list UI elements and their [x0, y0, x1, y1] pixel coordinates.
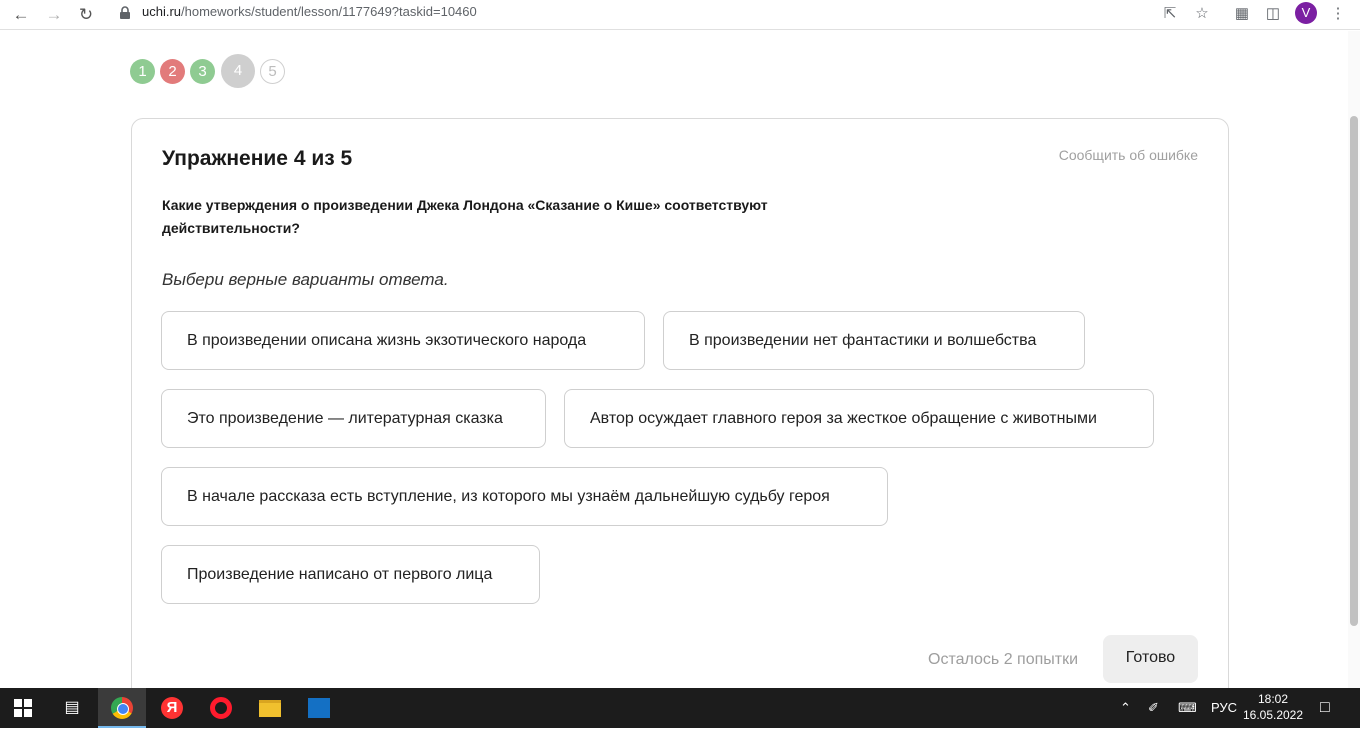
exercise-title: Упражнение 4 из 5	[162, 147, 353, 170]
pen-icon[interactable]: ✐	[1148, 688, 1159, 728]
answer-option[interactable]: Это произведение — литературная сказка	[161, 389, 546, 448]
answer-hint: Выбери верные варианты ответа.	[162, 270, 449, 289]
folder-icon	[259, 700, 281, 717]
photos-icon	[308, 698, 330, 718]
address-bar[interactable]: uchi.ru/homeworks/student/lesson/1177649…	[142, 4, 477, 19]
opera-taskbar-icon[interactable]	[197, 688, 245, 728]
attempts-remaining: Осталось 2 попытки	[928, 651, 1079, 668]
answer-option[interactable]: В начале рассказа есть вступление, из ко…	[161, 467, 888, 526]
report-error-link[interactable]: Сообщить об ошибке	[1059, 147, 1198, 163]
extensions-puzzle-icon[interactable]: ▦	[1232, 4, 1252, 24]
answer-option[interactable]: В произведении описана жизнь экзотическо…	[161, 311, 645, 370]
clock-date: 16.05.2022	[1242, 708, 1304, 722]
url-host: uchi.ru	[142, 4, 182, 19]
lock-icon	[120, 6, 130, 19]
menu-kebab-icon[interactable]: ⋮	[1328, 4, 1348, 24]
step-2[interactable]: 2	[160, 59, 185, 84]
chrome-taskbar-icon[interactable]	[98, 688, 146, 728]
system-clock[interactable]: 18:02 16.05.2022	[1240, 691, 1306, 723]
keyboard-icon[interactable]: ⌨	[1178, 688, 1197, 728]
yandex-browser-taskbar-icon[interactable]: Я	[148, 688, 196, 728]
exercise-card: Упражнение 4 из 5 Сообщить об ошибке Как…	[131, 118, 1229, 708]
yandex-icon: Я	[161, 697, 183, 719]
file-explorer-taskbar-icon[interactable]	[246, 688, 294, 728]
opera-icon	[210, 697, 232, 719]
photos-taskbar-icon[interactable]	[295, 688, 343, 728]
side-panel-icon[interactable]: ◫	[1263, 4, 1283, 24]
question-text: Какие утверждения о произведении Джека Л…	[162, 197, 768, 236]
step-4-current[interactable]: 4	[221, 54, 255, 88]
step-1[interactable]: 1	[130, 59, 155, 84]
forward-icon[interactable]: →	[42, 3, 66, 27]
back-icon[interactable]: ←	[9, 3, 33, 27]
browser-toolbar: ← → ↻ uchi.ru/homeworks/student/lesson/1…	[0, 0, 1360, 30]
done-button[interactable]: Готово	[1103, 635, 1198, 683]
windows-taskbar: ▤ Я ⌃ ✐ ⌨ РУС 18:02 16.05.2022 □	[0, 688, 1360, 728]
answer-option[interactable]: В произведении нет фантастики и волшебст…	[663, 311, 1085, 370]
input-language[interactable]: РУС	[1211, 688, 1237, 728]
step-3[interactable]: 3	[190, 59, 215, 84]
step-5[interactable]: 5	[260, 59, 285, 84]
profile-avatar[interactable]: V	[1295, 2, 1317, 24]
windows-logo-icon	[14, 699, 32, 717]
clock-time: 18:02	[1257, 692, 1289, 706]
show-hidden-icons-chevron-up-icon[interactable]: ⌃	[1120, 688, 1131, 728]
answer-option[interactable]: Автор осуждает главного героя за жесткое…	[564, 389, 1154, 448]
start-button[interactable]	[0, 688, 48, 728]
reload-icon[interactable]: ↻	[74, 3, 98, 27]
notifications-icon[interactable]: □	[1320, 688, 1330, 728]
share-icon[interactable]: ⇱	[1160, 4, 1180, 24]
task-view-icon[interactable]: ▤	[48, 688, 96, 728]
url-path: /homeworks/student/lesson/1177649?taskid…	[181, 4, 477, 19]
chrome-icon	[111, 697, 133, 719]
answer-option[interactable]: Произведение написано от первого лица	[161, 545, 540, 604]
bookmark-star-icon[interactable]: ☆	[1192, 4, 1212, 24]
scrollbar-thumb[interactable]	[1350, 116, 1358, 626]
